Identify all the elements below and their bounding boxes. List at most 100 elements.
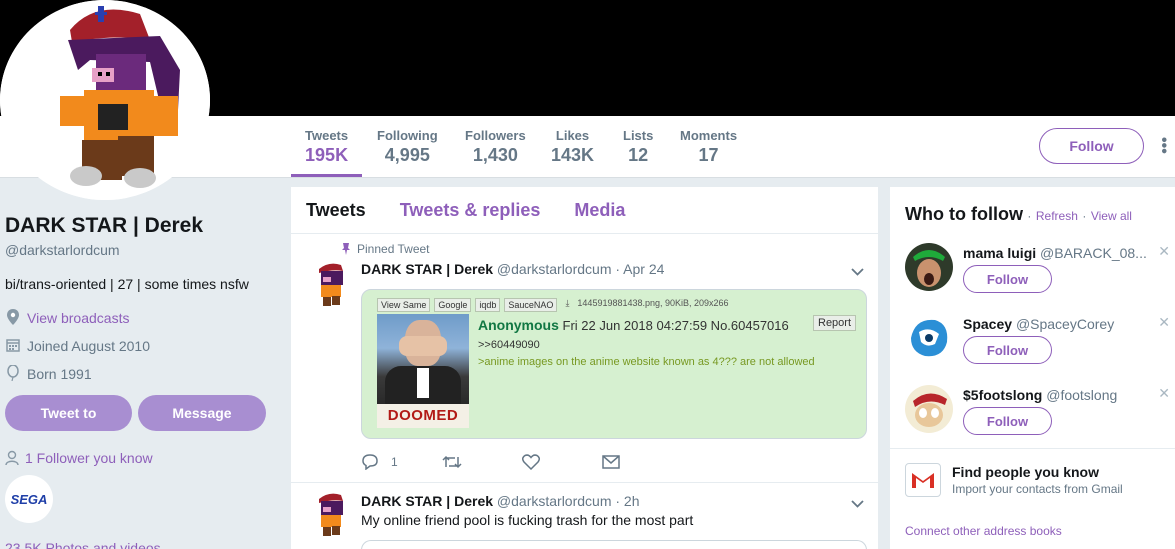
- google-button: Google: [434, 298, 472, 312]
- tweet-time[interactable]: · Apr 24: [615, 261, 664, 277]
- tweet-to-button[interactable]: Tweet to: [5, 395, 132, 431]
- profile-avatar[interactable]: [0, 0, 210, 200]
- suggestion-avatar[interactable]: [905, 243, 953, 291]
- tweet-author-handle[interactable]: @darkstarlordcum: [497, 493, 612, 509]
- suggestion-name-row: mama luigi @BARACK_08...: [963, 245, 1147, 261]
- tab-tweets-replies[interactable]: Tweets & replies: [400, 200, 541, 221]
- pinned-indicator: Pinned Tweet: [341, 242, 430, 256]
- calendar-icon: [5, 338, 21, 355]
- suggestion-handle[interactable]: @footslong: [1046, 387, 1117, 403]
- tweet-avatar[interactable]: [313, 261, 349, 309]
- timeline-tabs: Tweets Tweets & replies Media: [291, 187, 878, 234]
- stat-likes[interactable]: Likes 143K: [551, 128, 594, 166]
- tweet-media-card[interactable]: [361, 540, 867, 549]
- tweet-author-name[interactable]: DARK STAR | Derek: [361, 261, 493, 277]
- message-button[interactable]: Message: [138, 395, 266, 431]
- person-icon: [5, 450, 19, 466]
- suggestion-item: $5footslong @footslong Follow ✕: [905, 385, 1170, 445]
- stat-value: 143K: [551, 145, 595, 165]
- who-to-follow-header: Who to follow · Refresh · View all: [905, 204, 1132, 225]
- profile-info: DARK STAR | Derek @darkstarlordcum bi/tr…: [5, 214, 285, 382]
- stat-label: Following: [377, 128, 438, 143]
- stat-label: Likes: [555, 128, 590, 143]
- like-icon[interactable]: [521, 454, 540, 470]
- iqdb-button: iqdb: [475, 298, 501, 312]
- tweet-text: My online friend pool is fucking trash f…: [361, 512, 694, 528]
- connect-address-books-link[interactable]: Connect other address books: [905, 524, 1062, 538]
- retweet-icon[interactable]: [442, 455, 462, 469]
- suggestion-handle[interactable]: @SpaceyCorey: [1016, 316, 1114, 332]
- stat-following[interactable]: Following 4,995: [377, 128, 438, 166]
- suggestion-follow-button[interactable]: Follow: [963, 265, 1052, 293]
- photos-videos-link[interactable]: 23.5K Photos and videos: [5, 540, 161, 549]
- stat-label: Lists: [623, 128, 654, 143]
- suggestion-avatar[interactable]: [905, 385, 953, 433]
- separator-dot: ·: [1082, 209, 1087, 223]
- tab-media[interactable]: Media: [574, 200, 625, 221]
- direct-message-icon[interactable]: [601, 455, 620, 469]
- stat-moments[interactable]: Moments 17: [680, 128, 737, 166]
- tweet-author-handle[interactable]: @darkstarlordcum: [497, 261, 612, 277]
- stat-lists[interactable]: Lists 12: [623, 128, 653, 166]
- suggestion-avatar[interactable]: [905, 314, 953, 362]
- post-greentext: >anime images on the anime website known…: [478, 356, 815, 368]
- refresh-link[interactable]: Refresh: [1036, 209, 1078, 223]
- image-caption: DOOMED: [377, 404, 469, 428]
- chevron-down-icon[interactable]: [851, 264, 864, 279]
- followers-you-know-link[interactable]: 1 Follower you know: [5, 450, 153, 466]
- post-thumbnail: DOOMED: [377, 314, 469, 428]
- active-stat-underline: [291, 174, 362, 177]
- divider: [890, 448, 1175, 449]
- follower-avatar[interactable]: SEGA: [5, 475, 53, 523]
- tweet-item[interactable]: DARK STAR | Derek @darkstarlordcum · 2h …: [291, 483, 878, 549]
- suggestion-handle[interactable]: @BARACK_08...: [1040, 245, 1147, 261]
- suggestion-follow-button[interactable]: Follow: [963, 407, 1052, 435]
- joined-label: Joined August 2010: [27, 338, 150, 354]
- pinned-label: Pinned Tweet: [357, 242, 430, 256]
- view-broadcasts-link[interactable]: View broadcasts: [5, 308, 285, 326]
- view-all-link[interactable]: View all: [1091, 209, 1132, 223]
- tweet-media-card[interactable]: View Same Google iqdb SauceNAO ⤓ 1445919…: [361, 289, 867, 439]
- stat-value: 1,430: [472, 145, 518, 165]
- suggestion-item: mama luigi @BARACK_08... Follow ✕: [905, 243, 1170, 303]
- who-to-follow-panel: Who to follow · Refresh · View all mama …: [890, 187, 1175, 549]
- timeline: Tweets Tweets & replies Media Pinned Twe…: [291, 187, 878, 549]
- tweet-header: DARK STAR | Derek @darkstarlordcum · Apr…: [361, 261, 664, 277]
- stat-followers[interactable]: Followers 1,430: [465, 128, 526, 166]
- dismiss-icon[interactable]: ✕: [1158, 385, 1170, 402]
- stat-value: 195K: [305, 145, 349, 165]
- stat-tweets[interactable]: Tweets 195K: [305, 128, 348, 166]
- suggestion-name[interactable]: mama luigi: [963, 245, 1036, 261]
- profile-handle: @darkstarlordcum: [5, 242, 120, 258]
- born-label: Born 1991: [27, 366, 92, 382]
- post-header: Anonymous Fri 22 Jun 2018 04:27:59 No.60…: [478, 317, 789, 333]
- file-info: 1445919881438.png, 90KiB, 209x266: [577, 298, 729, 308]
- tweet-item[interactable]: Pinned Tweet DARK STAR | Derek @darkstar…: [291, 234, 878, 483]
- profile-name[interactable]: DARK STAR | Derek: [5, 214, 285, 238]
- stat-label: Followers: [465, 128, 526, 143]
- image-search-buttons: View Same Google iqdb SauceNAO ⤓ 1445919…: [377, 298, 729, 312]
- follow-button[interactable]: Follow: [1039, 128, 1144, 164]
- post-meta: Fri 22 Jun 2018 04:27:59 No.60457016: [562, 318, 789, 333]
- stat-value: 12: [628, 145, 649, 165]
- pin-icon: [341, 243, 351, 255]
- more-vertical-icon[interactable]: •••: [1155, 137, 1172, 154]
- sega-logo: SEGA: [10, 491, 48, 507]
- stat-value: 17: [698, 145, 719, 165]
- separator-dot: ·: [1027, 209, 1032, 223]
- stat-label: Moments: [680, 128, 738, 143]
- report-button: Report: [813, 315, 857, 331]
- reply-action[interactable]: 1: [361, 454, 398, 470]
- chevron-down-icon[interactable]: [851, 496, 864, 511]
- tweet-avatar[interactable]: [313, 491, 349, 539]
- suggestion-name[interactable]: $5footslong: [963, 387, 1042, 403]
- tweet-time[interactable]: · 2h: [615, 493, 639, 509]
- stat-value: 4,995: [384, 145, 430, 165]
- suggestion-follow-button[interactable]: Follow: [963, 336, 1052, 364]
- dismiss-icon[interactable]: ✕: [1158, 314, 1170, 331]
- broadcasts-label: View broadcasts: [27, 310, 130, 326]
- dismiss-icon[interactable]: ✕: [1158, 243, 1170, 260]
- suggestion-name[interactable]: Spacey: [963, 316, 1012, 332]
- tab-tweets[interactable]: Tweets: [306, 200, 366, 221]
- tweet-author-name[interactable]: DARK STAR | Derek: [361, 493, 493, 509]
